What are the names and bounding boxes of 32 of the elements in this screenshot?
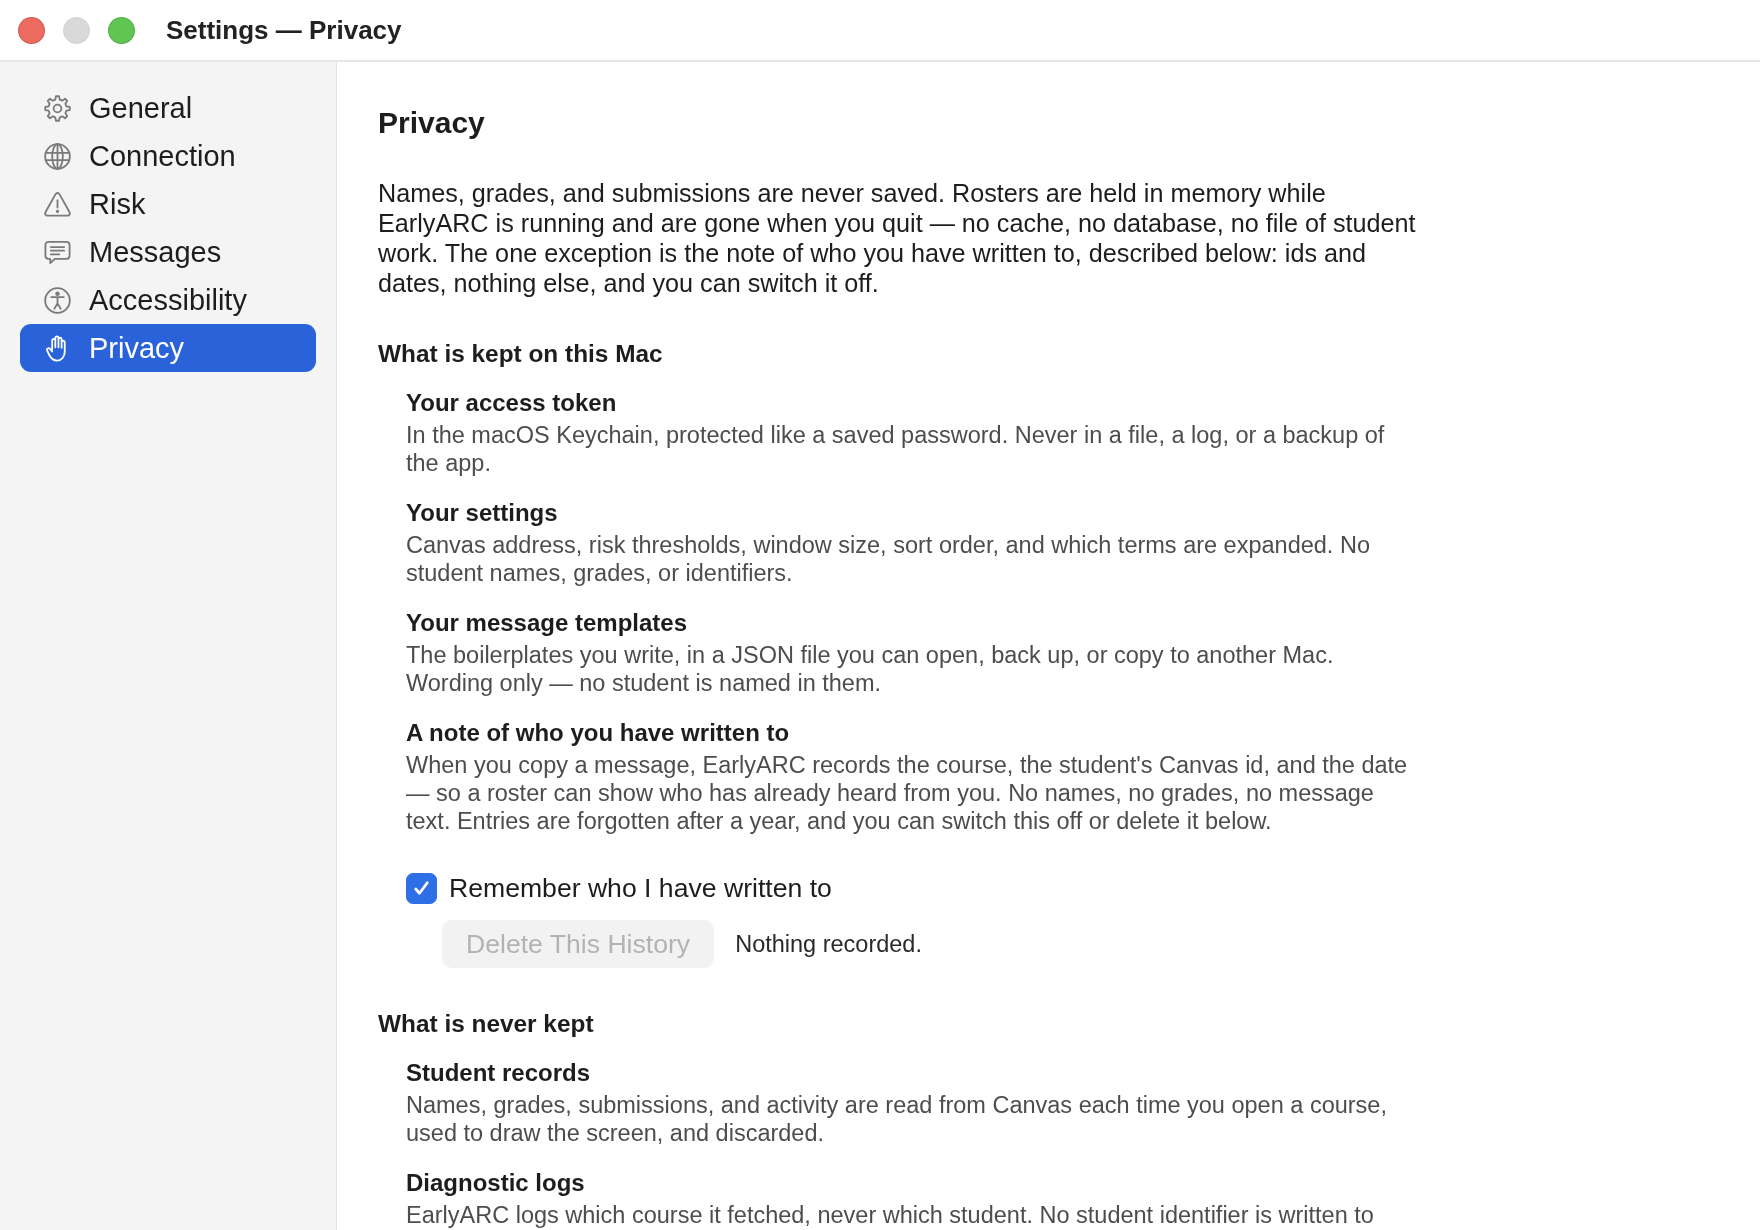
close-button[interactable] [18,16,45,44]
item-description: The boilerplates you write, in a JSON file you can open, back up, or copy to another Mac. Wording only — no student is named in them. [406,641,1335,697]
item-title: Your access token [406,388,618,418]
accessibility-icon [43,285,72,315]
item-title: Student records [406,1058,592,1088]
warning-icon [43,189,72,219]
item-title: Your settings [406,498,559,528]
window-title: Settings — Privacy [166,14,402,46]
checkbox-label[interactable]: Remember who I have written to [449,872,832,904]
gear-icon [43,93,72,123]
globe-icon [43,141,72,171]
intro-paragraph: Names, grades, and submissions are never saved. Rosters are held in memory while EarlyARC is running and are gone when you quit — no cache, no database, no file of student work. The one exception is the note of who you have written to, described below: ids and dates, nothing else, and you can switch it off. [378,178,1417,298]
zoom-button[interactable] [108,16,135,44]
item-title: A note of who you have written to [406,718,791,748]
checkbox[interactable] [406,872,437,904]
sidebar-item[interactable]: Privacy [20,324,316,372]
sidebar-item[interactable]: General [20,84,316,132]
sidebar-item[interactable]: Accessibility [20,276,316,324]
page-heading: Privacy [378,105,486,141]
sidebar-item[interactable]: Messages [20,228,316,276]
history-status: Nothing recorded. [735,930,922,958]
item-title: Diagnostic logs [406,1168,586,1198]
item-description: EarlyARC logs which course it fetched, never which student. No student identifier is written to [406,1201,1375,1229]
section-heading: What is never kept [378,1009,595,1039]
sidebar-item[interactable]: Connection [20,132,316,180]
item-title: Your message templates [406,608,688,638]
item-description: When you copy a message, EarlyARC records the course, the student's Canvas id, and the date — so a roster can show who has already heard from you. No names, no grades, no message text. Entries are forgotten after a year, and you can switch this off or delete it below. [406,751,1409,835]
item-description: Canvas address, risk thresholds, window size, sort order, and which terms are expanded. No student names, grades, or identifiers. [406,531,1371,587]
item-description: Names, grades, submissions, and activity are read from Canvas each time you open a course, used to draw the screen, and discarded. [406,1091,1388,1147]
item-description: In the macOS Keychain, protected like a saved password. Never in a file, a log, or a backup of the app. [406,421,1386,477]
sidebar-item[interactable]: Risk [20,180,316,228]
section-heading: What is kept on this Mac [378,339,664,369]
